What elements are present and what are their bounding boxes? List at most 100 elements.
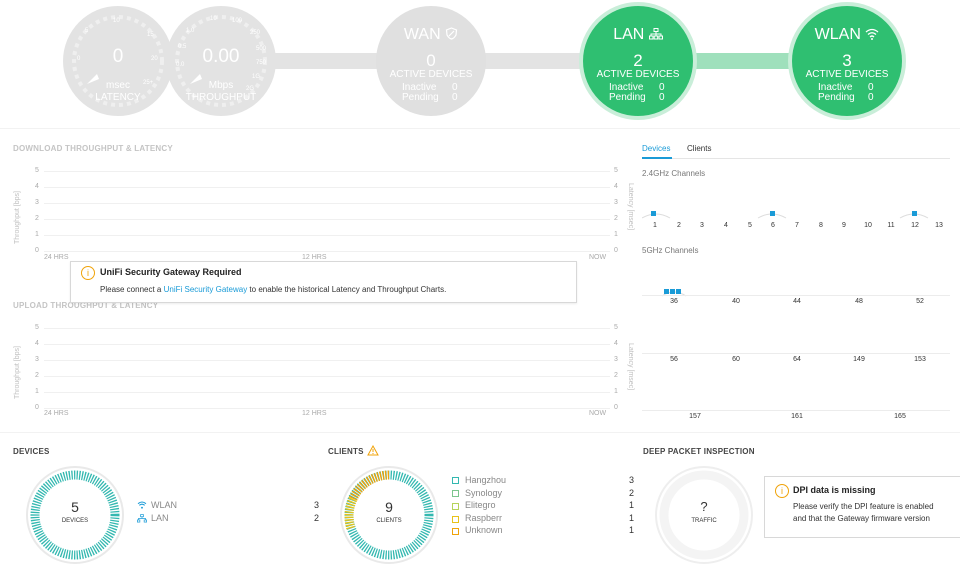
gateway-warning-text-after: to enable the historical Latency and Thr… bbox=[247, 285, 447, 294]
tab-devices[interactable]: Devices bbox=[642, 144, 670, 153]
upload-chart: Throughput [bps] Latency [msec] 5 4 3 2 … bbox=[0, 313, 634, 423]
throughput-tick: 2G bbox=[246, 86, 255, 92]
upload-ytick: 5 bbox=[35, 324, 39, 331]
wan-node[interactable]: WAN 0 ACTIVE DEVICES Inactive 0 Pending … bbox=[376, 6, 486, 116]
wlan-title-label: WLAN bbox=[814, 26, 861, 43]
wlan-node[interactable]: WLAN 3 ACTIVE DEVICES Inactive 0 Pending… bbox=[792, 6, 902, 116]
band24-curves bbox=[642, 213, 929, 219]
gridline bbox=[44, 203, 610, 204]
throughput-unit: Mbps bbox=[208, 80, 234, 91]
network-icon bbox=[648, 28, 663, 40]
latency-tick: 20 bbox=[151, 56, 158, 62]
devices-title: DEVICES bbox=[13, 447, 50, 456]
download-xtick: NOW bbox=[589, 254, 607, 261]
warning-icon[interactable] bbox=[367, 445, 379, 456]
download-xtick: 12 HRS bbox=[302, 254, 327, 261]
legend-swatch bbox=[452, 503, 459, 510]
channel-24: 2 bbox=[677, 222, 681, 229]
download-ylabel: Throughput [bps] bbox=[14, 191, 21, 244]
lan-pending-value: 0 bbox=[659, 92, 665, 103]
download-xtick: 24 HRS bbox=[44, 254, 69, 261]
latency-tick: 10 bbox=[113, 18, 120, 24]
clients-widget: 9 CLIENTS Hangzhou 3 Synology 2 Elitegro… bbox=[320, 458, 640, 564]
clients-item-count: 1 bbox=[629, 500, 635, 510]
clients-item-label: Unknown bbox=[465, 525, 503, 535]
gridline bbox=[44, 219, 610, 220]
clients-item-label: Synology bbox=[465, 488, 503, 498]
upload-ytick-right: 0 bbox=[614, 404, 618, 411]
upload-ytick: 3 bbox=[35, 356, 39, 363]
latency-tick: 5 bbox=[85, 28, 89, 34]
topology-banner: 0 msec LATENCY 0 5 10 15 20 25+ 0.00 Mbp… bbox=[0, 0, 960, 128]
channel-usage-bar bbox=[651, 211, 656, 216]
throughput-tick: 1.0 bbox=[186, 28, 195, 34]
band24-label: 2.4GHz Channels bbox=[642, 169, 706, 178]
channel-5: 60 bbox=[732, 356, 740, 363]
download-ylabel-right: Latency [msec] bbox=[627, 183, 634, 231]
gateway-warning-text-before: Please connect a bbox=[100, 285, 164, 294]
devices-item-count: 2 bbox=[314, 513, 320, 523]
upload-ytick: 0 bbox=[35, 404, 39, 411]
download-ytick-right: 4 bbox=[614, 183, 618, 190]
wan-title-label: WAN bbox=[403, 26, 441, 43]
info-icon: i bbox=[775, 484, 789, 498]
gridline bbox=[44, 187, 610, 188]
upload-ylabel: Throughput [bps] bbox=[14, 346, 21, 399]
lan-title-label: LAN bbox=[613, 26, 645, 43]
download-ytick-right: 2 bbox=[614, 215, 618, 222]
lan-node[interactable]: LAN 2 ACTIVE DEVICES Inactive 0 Pending … bbox=[583, 6, 693, 116]
gateway-link[interactable]: UniFi Security Gateway bbox=[164, 285, 248, 294]
download-ytick: 3 bbox=[35, 199, 39, 206]
throughput-tick: 750 bbox=[256, 60, 267, 66]
dpi-caption: TRAFFIC bbox=[691, 518, 717, 524]
clients-item-label: Hangzhou bbox=[465, 475, 507, 485]
clients-item-count: 1 bbox=[629, 513, 635, 523]
section-divider bbox=[0, 432, 960, 433]
dpi-widget: ? TRAFFIC i DPI data is missing Please v… bbox=[640, 458, 960, 564]
upload-ytick-right: 5 bbox=[614, 324, 618, 331]
throughput-gauge: 0.00 Mbps THROUGHPUT 0.0 0.5 1.0 10 100 … bbox=[166, 6, 276, 116]
legend-swatch bbox=[452, 490, 459, 497]
channel-5: 161 bbox=[791, 413, 803, 420]
wan-count: 0 bbox=[426, 51, 436, 70]
gridline bbox=[44, 328, 610, 329]
dpi-donut bbox=[655, 466, 753, 564]
legend-swatch bbox=[452, 516, 459, 523]
gateway-warning: i UniFi Security Gateway Required Please… bbox=[70, 261, 577, 303]
channels-panel: Devices Clients 2.4GHz Channels 1 2 3 4 … bbox=[642, 140, 952, 430]
download-ytick-right: 1 bbox=[614, 231, 618, 238]
latency-tick: 15 bbox=[147, 32, 154, 38]
latency-caption: LATENCY bbox=[95, 92, 141, 103]
dpi-warning-text: Please verify the DPI feature is enabled bbox=[793, 502, 934, 511]
throughput-tick: 0.5 bbox=[178, 44, 187, 50]
channel-5: 48 bbox=[855, 298, 863, 305]
channel-usage-bar bbox=[670, 289, 675, 294]
channel-24: 13 bbox=[935, 222, 943, 229]
clients-total: 9 bbox=[385, 499, 393, 515]
channel-usage-bar bbox=[912, 211, 917, 216]
wan-pending-label: Pending bbox=[402, 92, 439, 103]
devices-total: 5 bbox=[71, 499, 79, 515]
gateway-warning-title: UniFi Security Gateway Required bbox=[100, 267, 242, 277]
download-ytick: 5 bbox=[35, 167, 39, 174]
channel-24: 11 bbox=[887, 222, 895, 229]
band5-label: 5GHz Channels bbox=[642, 246, 699, 255]
throughput-caption: THROUGHPUT bbox=[185, 92, 257, 103]
wan-sub: ACTIVE DEVICES bbox=[389, 69, 473, 80]
tab-clients[interactable]: Clients bbox=[687, 144, 711, 153]
channel-5: 44 bbox=[793, 298, 801, 305]
download-ytick: 1 bbox=[35, 231, 39, 238]
upload-xtick: 12 HRS bbox=[302, 410, 327, 417]
channel-24: 8 bbox=[819, 222, 823, 229]
lan-count: 2 bbox=[633, 51, 643, 70]
upload-ytick: 2 bbox=[35, 372, 39, 379]
legend-swatch bbox=[452, 477, 459, 484]
channel-24: 4 bbox=[724, 222, 728, 229]
devices-item-label: WLAN bbox=[151, 500, 178, 510]
lan-title: LAN bbox=[583, 26, 693, 44]
upload-xtick: 24 HRS bbox=[44, 410, 69, 417]
lan-sub: ACTIVE DEVICES bbox=[596, 69, 680, 80]
download-chart: Throughput [bps] Latency [msec] 5 4 3 2 … bbox=[0, 156, 634, 266]
wlan-title: WLAN bbox=[792, 26, 902, 44]
clients-item-count: 1 bbox=[629, 525, 635, 535]
